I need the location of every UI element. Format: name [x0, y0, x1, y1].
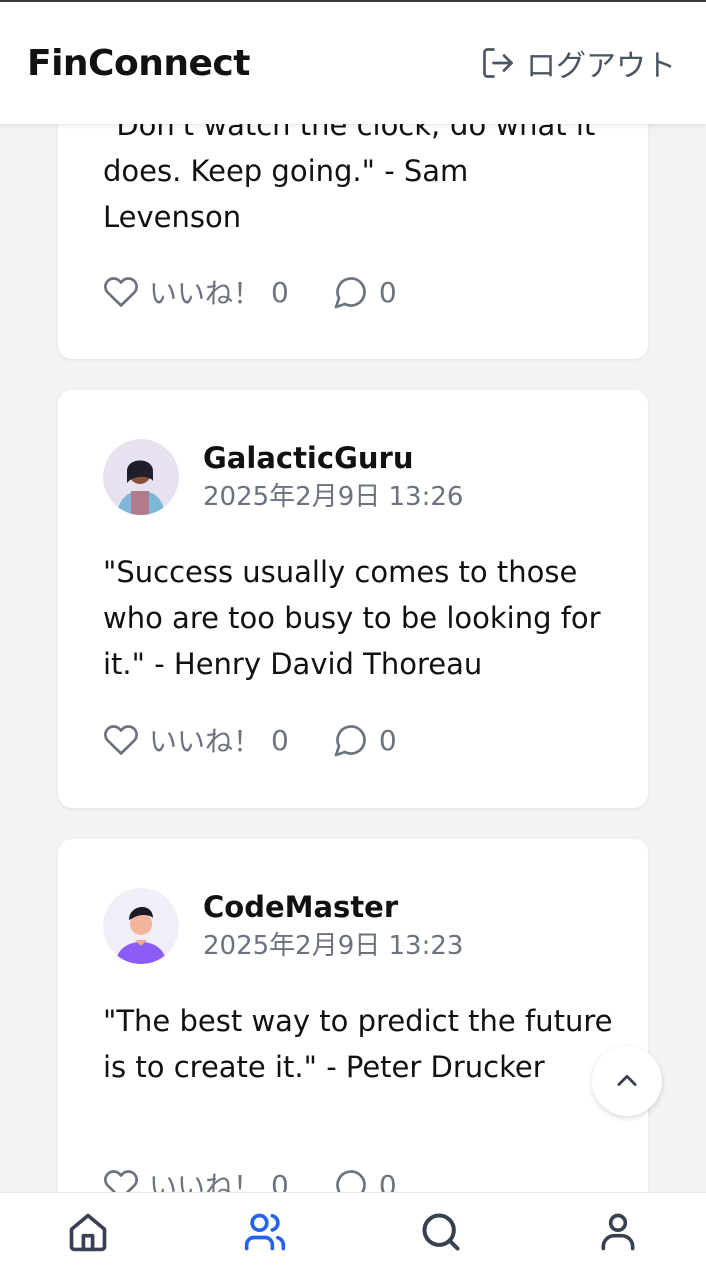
author-name[interactable]: CodeMaster: [203, 888, 463, 926]
home-icon: [69, 1213, 107, 1251]
post-actions: いいね！ 0 0: [103, 720, 397, 760]
post-card: GalacticGuru 2025年2月9日 13:26 "Success us…: [58, 390, 648, 808]
like-label: いいね！: [149, 725, 262, 758]
comment-count: 0: [378, 275, 397, 309]
bottom-navigation: [0, 1192, 706, 1270]
users-icon: [244, 1213, 285, 1250]
avatar[interactable]: [103, 439, 179, 515]
user-icon: [601, 1213, 635, 1250]
post-author: CodeMaster 2025年2月9日 13:23: [103, 888, 463, 964]
nav-community[interactable]: [225, 1197, 305, 1267]
like-label: いいね！: [149, 277, 262, 310]
comment-icon: [334, 725, 366, 757]
like-button[interactable]: いいね！ 0: [103, 720, 289, 760]
avatar[interactable]: [103, 888, 179, 964]
log-out-icon: [483, 48, 513, 78]
chevron-up-icon: [617, 1074, 637, 1086]
post-body: "The best way to predict the future is t…: [103, 1004, 613, 1084]
nav-home[interactable]: [48, 1197, 128, 1267]
post-timestamp: 2025年2月9日 13:26: [203, 482, 464, 512]
status-edge: [0, 0, 706, 2]
post-author: GalacticGuru 2025年2月9日 13:26: [103, 439, 463, 515]
app-title[interactable]: FinConnect: [27, 43, 250, 84]
scroll-to-top-button[interactable]: [592, 1046, 662, 1116]
heart-icon: [104, 277, 138, 307]
nav-profile[interactable]: [578, 1197, 658, 1267]
search-icon: [422, 1212, 460, 1251]
like-count: 0: [271, 275, 289, 309]
logout-button[interactable]: ログアウト: [480, 41, 676, 85]
author-name[interactable]: GalacticGuru: [203, 439, 463, 477]
comment-button[interactable]: 0: [333, 722, 397, 758]
post-timestamp: 2025年2月9日 13:23: [203, 931, 464, 961]
comment-icon: [334, 277, 366, 309]
heart-icon: [104, 725, 138, 755]
app-header: FinConnect ログアウト: [0, 2, 706, 124]
like-button[interactable]: いいね！ 0: [103, 272, 289, 312]
post-actions: いいね！ 0 0: [103, 272, 397, 312]
post-body: "Success usually comes to those who are …: [103, 555, 601, 681]
app-screen: "Don't watch the clock; do what it does.…: [0, 0, 706, 1270]
like-count: 0: [271, 723, 289, 757]
comment-count: 0: [378, 723, 397, 757]
comment-button[interactable]: 0: [333, 274, 397, 310]
nav-search[interactable]: [401, 1197, 481, 1267]
logout-label: ログアウト: [526, 49, 676, 84]
